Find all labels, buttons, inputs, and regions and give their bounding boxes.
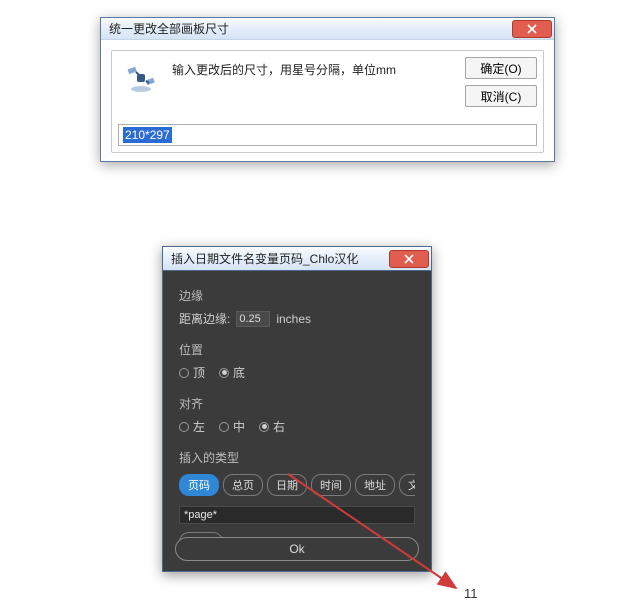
align-radio-row: 左 中 右 [179, 418, 415, 435]
insert-type-group-label: 插入的类型 [179, 449, 415, 466]
type-pill-path[interactable]: 地址 [355, 474, 395, 496]
type-pill-date[interactable]: 日期 [267, 474, 307, 496]
dialog-title: 统一更改全部画板尺寸 [109, 20, 512, 37]
page-number: 11 [464, 586, 478, 601]
position-radio-row: 顶 底 [179, 364, 415, 381]
titlebar[interactable]: 插入日期文件名变量页码_Chlo汉化 [163, 247, 431, 271]
type-pill-time[interactable]: 时间 [311, 474, 351, 496]
margin-field-label: 距离边缘: [179, 310, 230, 327]
code-input[interactable] [179, 506, 415, 524]
type-pill-total[interactable]: 总页 [223, 474, 263, 496]
satellite-icon [124, 61, 158, 95]
align-radio-left[interactable]: 左 [179, 418, 205, 435]
position-group-label: 位置 [179, 341, 415, 358]
ok-button[interactable]: Ok [175, 537, 419, 561]
insert-pagecode-dialog: 插入日期文件名变量页码_Chlo汉化 边缘 距离边缘: inches 位置 顶 … [162, 246, 432, 572]
close-icon [404, 254, 414, 264]
margin-unit: inches [276, 312, 311, 326]
close-button[interactable] [512, 20, 552, 38]
dialog-message: 输入更改后的尺寸，用星号分隔，单位mm [172, 61, 396, 78]
close-button[interactable] [389, 250, 429, 268]
size-input-value: 210*297 [123, 127, 172, 143]
margin-group-label: 边缘 [179, 287, 415, 304]
type-pill-page[interactable]: 页码 [179, 474, 219, 496]
titlebar[interactable]: 统一更改全部画板尺寸 [101, 18, 554, 40]
dialog-body: 输入更改后的尺寸，用星号分隔，单位mm 确定(O) 取消(C) 210*297 [101, 40, 554, 161]
position-radio-bottom[interactable]: 底 [219, 364, 245, 381]
align-group-label: 对齐 [179, 395, 415, 412]
ok-button[interactable]: 确定(O) [465, 57, 537, 79]
align-radio-right[interactable]: 右 [259, 418, 285, 435]
margin-row: 距离边缘: inches [179, 310, 415, 327]
close-icon [527, 24, 537, 34]
insert-type-row: 页码 总页 日期 时间 地址 文件名 [179, 474, 415, 496]
cancel-button[interactable]: 取消(C) [465, 85, 537, 107]
align-radio-center[interactable]: 中 [219, 418, 245, 435]
size-input[interactable]: 210*297 [118, 124, 537, 146]
dialog-buttons: 确定(O) 取消(C) [465, 57, 537, 107]
dialog-inner: 输入更改后的尺寸，用星号分隔，单位mm 确定(O) 取消(C) 210*297 [111, 50, 544, 153]
resize-artboards-dialog: 统一更改全部画板尺寸 输入更改后的尺寸，用星号分隔，单位mm 确定(O) 取消(… [100, 17, 555, 162]
dialog-title: 插入日期文件名变量页码_Chlo汉化 [171, 250, 389, 267]
type-pill-filename[interactable]: 文件名 [399, 474, 415, 496]
dialog-body: 边缘 距离边缘: inches 位置 顶 底 对齐 左 中 右 插入的类型 页码… [163, 271, 431, 571]
position-radio-top[interactable]: 顶 [179, 364, 205, 381]
margin-input[interactable] [236, 311, 270, 327]
